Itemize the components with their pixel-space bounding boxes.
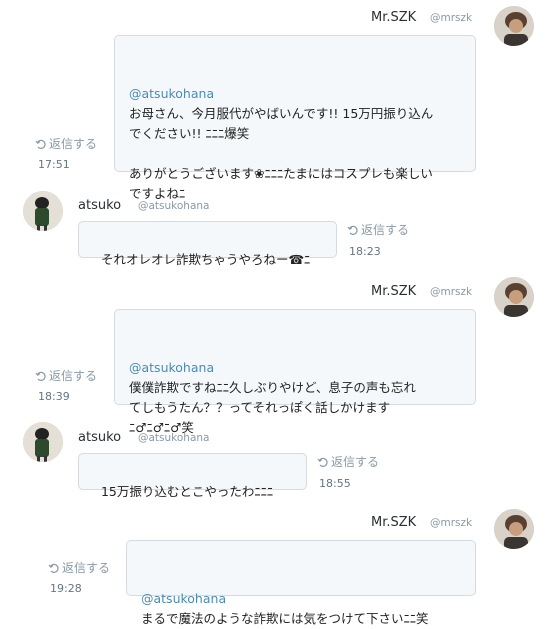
message-text: それオレオレ詐欺ちゃうやろねー☎ﾆ xyxy=(100,252,311,267)
reply-icon xyxy=(347,225,358,235)
message-text: お母さん、今月服代がやばいんです!! 15万円振り込ん でください!! ﾆﾆﾆ爆… xyxy=(129,106,434,201)
sender-handle[interactable]: @mrszk xyxy=(430,517,472,529)
avatar[interactable] xyxy=(494,509,534,549)
reply-icon xyxy=(48,563,59,573)
user-photo-icon xyxy=(494,6,534,46)
message-bubble: 15万振り込むとこやったわﾆﾆﾆ xyxy=(78,453,307,499)
sender-handle[interactable]: @mrszk xyxy=(430,12,472,24)
sender-name[interactable]: atsuko xyxy=(78,430,121,445)
sender-name[interactable]: atsuko xyxy=(78,198,121,213)
avatar[interactable] xyxy=(494,277,534,317)
timestamp: 17:51 xyxy=(38,158,70,171)
user-photo-icon xyxy=(23,422,63,462)
sender-name[interactable]: Mr.SZK xyxy=(371,284,416,299)
sender-name[interactable]: Mr.SZK xyxy=(371,515,416,530)
reply-button[interactable]: 返信する xyxy=(347,221,409,238)
mention-link[interactable]: @atsukohana xyxy=(129,84,463,104)
reply-label: 返信する xyxy=(62,561,111,575)
user-photo-icon xyxy=(494,277,534,317)
reply-button[interactable]: 返信する xyxy=(48,559,110,576)
reply-label: 返信する xyxy=(49,369,98,383)
reply-button[interactable]: 返信する xyxy=(317,453,379,470)
reply-label: 返信する xyxy=(361,223,410,237)
avatar[interactable] xyxy=(23,191,63,231)
timestamp: 18:55 xyxy=(319,477,351,490)
sender-name[interactable]: Mr.SZK xyxy=(371,10,416,25)
avatar[interactable] xyxy=(23,422,63,462)
message-text: 僕僕詐欺ですねﾆﾆ久しぶりやけど、息子の声も忘れ てしもうたん？？ってそれっぽく… xyxy=(129,380,416,435)
reply-icon xyxy=(35,371,46,381)
timestamp: 19:28 xyxy=(50,582,82,595)
mention-link[interactable]: @atsukohana xyxy=(141,589,463,609)
sender-handle[interactable]: @mrszk xyxy=(430,286,472,298)
message-bubble: @atsukohana 僕僕詐欺ですねﾆﾆ久しぶりやけど、息子の声も忘れ てしもう… xyxy=(114,309,476,435)
message-bubble: それオレオレ詐欺ちゃうやろねー☎ﾆ xyxy=(78,221,337,267)
message-text: 15万振り込むとこやったわﾆﾆﾆ xyxy=(100,484,274,499)
reply-icon xyxy=(35,139,46,149)
avatar[interactable] xyxy=(494,6,534,46)
sender-handle[interactable]: @atsukohana xyxy=(138,200,210,212)
reply-icon xyxy=(317,457,328,467)
mention-link[interactable]: @atsukohana xyxy=(129,358,463,378)
message-bubble: @atsukohana まるで魔法のような詐欺には気をつけて下さいﾆﾆ笑 xyxy=(126,540,476,626)
sender-handle[interactable]: @atsukohana xyxy=(138,432,210,444)
reply-button[interactable]: 返信する xyxy=(35,135,97,152)
timestamp: 18:23 xyxy=(349,245,381,258)
reply-label: 返信する xyxy=(49,137,98,151)
message-bubble: @atsukohana お母さん、今月服代がやばいんです!! 15万円振り込ん で… xyxy=(114,35,476,201)
message-text: まるで魔法のような詐欺には気をつけて下さいﾆﾆ笑 xyxy=(141,611,429,626)
user-photo-icon xyxy=(494,509,534,549)
timestamp: 18:39 xyxy=(38,390,70,403)
user-photo-icon xyxy=(23,191,63,231)
reply-label: 返信する xyxy=(331,455,380,469)
reply-button[interactable]: 返信する xyxy=(35,367,97,384)
